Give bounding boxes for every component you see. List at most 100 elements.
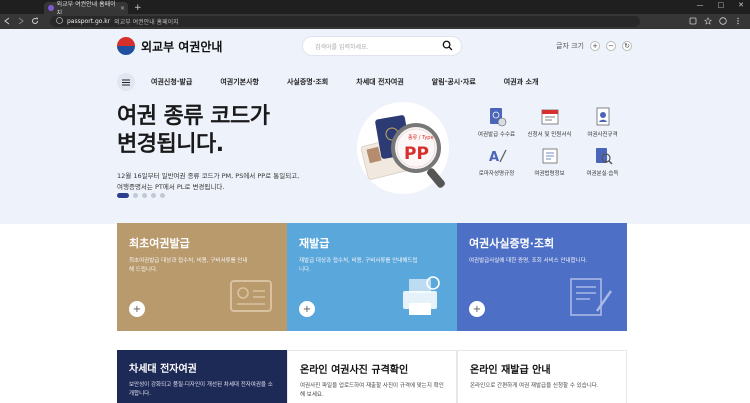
badge-sub-text: 종류 / Type bbox=[408, 135, 434, 141]
card-reissue-plus-button[interactable]: + bbox=[299, 301, 315, 317]
lost-passport-icon bbox=[595, 148, 612, 165]
certificate-pen-icon bbox=[570, 278, 612, 316]
taegeuk-emblem-icon bbox=[117, 37, 135, 55]
card-certificate-title: 여권사실증명·조회 bbox=[469, 237, 555, 250]
card-photo-check-title: 온라인 여권사진 규격확인 bbox=[300, 365, 409, 376]
site-info-icon[interactable] bbox=[56, 17, 63, 26]
carousel-dot-2[interactable] bbox=[133, 193, 138, 198]
hero-headline-line2: 변경됩니다. bbox=[117, 132, 224, 157]
quick-link-forms-label: 신청서 및 민원서식 bbox=[527, 132, 572, 138]
carousel-dot-4[interactable] bbox=[151, 193, 156, 198]
font-size-control: 글자 크기 + − ↻ bbox=[556, 41, 632, 51]
form-icon bbox=[541, 109, 558, 125]
extension-icon[interactable] bbox=[689, 17, 697, 27]
badge-pp-text: PP bbox=[404, 144, 429, 164]
card-reissue-title: 재발급 bbox=[299, 237, 330, 250]
page-content: 외교부 여권안내 검색어를 입력하세요. 글자 크기 + − ↻ 여권신청·발급… bbox=[0, 29, 750, 403]
quick-link-forms[interactable]: 신청서 및 민원서식 bbox=[523, 107, 576, 138]
nav-item-notice[interactable]: 알림·공시·자료 bbox=[432, 77, 476, 87]
card-certificate-desc: 여권발급사실에 대한 증명, 조회 서비스 안내합니다. bbox=[469, 258, 588, 264]
card-certificate-plus-button[interactable]: + bbox=[469, 301, 485, 317]
svg-text:A: A bbox=[489, 150, 499, 165]
feature-cards: 차세대 전자여권 보안성이 강화되고 품질·디자인이 개선된 차세대 전자여권을… bbox=[117, 350, 627, 403]
quick-link-law-label: 여권법령정보 bbox=[534, 171, 565, 177]
maximize-icon[interactable]: □ bbox=[718, 1, 725, 9]
font-reset-button[interactable]: ↻ bbox=[622, 41, 632, 51]
favicon-icon bbox=[48, 5, 54, 11]
browser-tab-strip: 외교부 여권안내 홈페이지 × + — □ ✕ bbox=[0, 0, 750, 17]
browser-extensions bbox=[689, 16, 742, 27]
carousel-pagination bbox=[117, 193, 165, 198]
search-input[interactable]: 검색어를 입력하세요. bbox=[302, 36, 462, 56]
nav-item-apply[interactable]: 여권신청·발급 bbox=[151, 77, 192, 87]
card-online-reissue-desc: 온라인으로 간편하게 여권 재발급을 신청할 수 있습니다. bbox=[470, 383, 599, 389]
service-cards: 최초여권발급 최초여권발급 대상과 접수처, 비용, 구비서류를 안내해 드립니… bbox=[117, 223, 627, 331]
nav-item-certificate[interactable]: 사실증명·조회 bbox=[287, 77, 328, 87]
passport-fee-icon bbox=[489, 108, 506, 127]
quick-link-fee-label: 여권발급 수수료 bbox=[477, 132, 516, 138]
font-size-label: 글자 크기 bbox=[556, 42, 584, 50]
hero-desc-line2: 여행증명서는 PT에서 PL로 변경됩니다. bbox=[117, 183, 225, 191]
font-decrease-button[interactable]: − bbox=[606, 41, 616, 51]
url-domain: passport.go.kr bbox=[67, 18, 111, 25]
address-bar[interactable]: passport.go.kr 외교부 여권안내 홈페이지 bbox=[50, 16, 640, 27]
forward-icon[interactable] bbox=[14, 17, 28, 27]
carousel-dot-1[interactable] bbox=[117, 193, 129, 198]
site-logo[interactable]: 외교부 여권안내 bbox=[117, 37, 222, 55]
nav-item-about[interactable]: 여권과 소개 bbox=[504, 77, 539, 87]
card-online-reissue[interactable]: 온라인 재발급 안내 온라인으로 간편하게 여권 재발급을 신청할 수 있습니다… bbox=[457, 350, 627, 403]
card-certificate[interactable]: 여권사실증명·조회 여권발급사실에 대한 증명, 조회 서비스 안내합니다. + bbox=[457, 223, 627, 331]
hero-headline-line1: 여권 종류 코드가 bbox=[117, 104, 270, 129]
quick-link-photo[interactable]: 여권사진규격 bbox=[576, 107, 629, 138]
passport-magnifier-illustration: 종류 / Type PP bbox=[357, 102, 449, 194]
tab-close-icon[interactable]: × bbox=[120, 5, 125, 12]
url-title: 외교부 여권안내 홈페이지 bbox=[114, 19, 179, 26]
quick-link-roman[interactable]: A 로마자성명규정 bbox=[470, 146, 523, 177]
hamburger-menu-icon[interactable] bbox=[117, 73, 135, 91]
carousel-dot-3[interactable] bbox=[142, 193, 147, 198]
card-epassport-desc: 보안성이 강화되고 품질·디자인이 개선된 차세대 전자여권을 소개합니다. bbox=[129, 382, 273, 397]
quick-link-law[interactable]: 여권법령정보 bbox=[523, 146, 576, 177]
search-placeholder: 검색어를 입력하세요. bbox=[315, 43, 369, 51]
quick-link-lost[interactable]: 여권분실·습득 bbox=[576, 146, 629, 177]
card-photo-check[interactable]: 온라인 여권사진 규격확인 여권사진 파일을 업로드하여 재출할 사진이 규격에… bbox=[287, 350, 457, 403]
card-online-reissue-title: 온라인 재발급 안내 bbox=[470, 365, 551, 376]
card-first-issue-title: 최초여권발급 bbox=[129, 237, 190, 250]
bookmark-star-icon[interactable] bbox=[703, 16, 713, 27]
more-menu-icon[interactable] bbox=[734, 17, 742, 27]
quick-link-fee[interactable]: 여권발급 수수료 bbox=[470, 107, 523, 138]
main-navigation: 여권신청·발급 여권기본사항 사실증명·조회 차세대 전자여권 알림·공시·자료… bbox=[117, 72, 627, 92]
profile-icon[interactable] bbox=[719, 16, 727, 27]
card-photo-check-desc: 여권사진 파일을 업로드하여 재출할 사진이 규격에 맞는지 확인해 보세요. bbox=[300, 383, 444, 398]
card-first-issue-plus-button[interactable]: + bbox=[129, 301, 145, 317]
close-window-icon[interactable]: ✕ bbox=[738, 1, 744, 9]
photo-spec-icon bbox=[596, 107, 609, 126]
card-epassport[interactable]: 차세대 전자여권 보안성이 강화되고 품질·디자인이 개선된 차세대 전자여권을… bbox=[117, 350, 287, 403]
hero-desc-line1: 12월 16일부터 일반여권 종류 코드가 PM, PS에서 PP로 통일되고, bbox=[117, 172, 300, 180]
search-icon[interactable] bbox=[442, 40, 453, 51]
card-reissue[interactable]: 재발급 재발급 대상과 접수처, 비용, 구비서류를 안내해드립니다. + bbox=[287, 223, 457, 331]
document-id-icon bbox=[230, 280, 272, 312]
browser-tab[interactable]: 외교부 여권안내 홈페이지 × bbox=[44, 1, 128, 17]
quick-link-photo-label: 여권사진규격 bbox=[587, 132, 618, 138]
card-first-issue[interactable]: 최초여권발급 최초여권발급 대상과 접수처, 비용, 구비서류를 안내해 드립니… bbox=[117, 223, 287, 331]
quick-link-roman-label: 로마자성명규정 bbox=[478, 171, 515, 177]
printer-icon bbox=[403, 276, 440, 315]
romanization-icon: A bbox=[489, 149, 507, 165]
nav-item-epassport[interactable]: 차세대 전자여권 bbox=[356, 77, 404, 87]
minimize-icon[interactable]: — bbox=[697, 1, 704, 9]
hero-headline: 여권 종류 코드가 변경됩니다. bbox=[117, 103, 270, 159]
font-increase-button[interactable]: + bbox=[590, 41, 600, 51]
logo-text: 외교부 여권안내 bbox=[141, 39, 223, 54]
law-icon bbox=[542, 148, 557, 164]
quick-link-lost-label: 여권분실·습득 bbox=[586, 171, 619, 177]
nav-item-basics[interactable]: 여권기본사항 bbox=[220, 77, 259, 87]
window-controls: — □ ✕ bbox=[697, 1, 745, 9]
new-tab-button[interactable]: + bbox=[134, 2, 142, 14]
carousel-dot-5[interactable] bbox=[160, 193, 165, 198]
hero-description: 12월 16일부터 일반여권 종류 코드가 PM, PS에서 PP로 통일되고,… bbox=[117, 171, 357, 193]
browser-toolbar: passport.go.kr 외교부 여권안내 홈페이지 bbox=[0, 14, 750, 29]
card-epassport-title: 차세대 전자여권 bbox=[129, 364, 197, 375]
back-icon[interactable] bbox=[0, 17, 14, 27]
reload-icon[interactable] bbox=[28, 17, 42, 27]
